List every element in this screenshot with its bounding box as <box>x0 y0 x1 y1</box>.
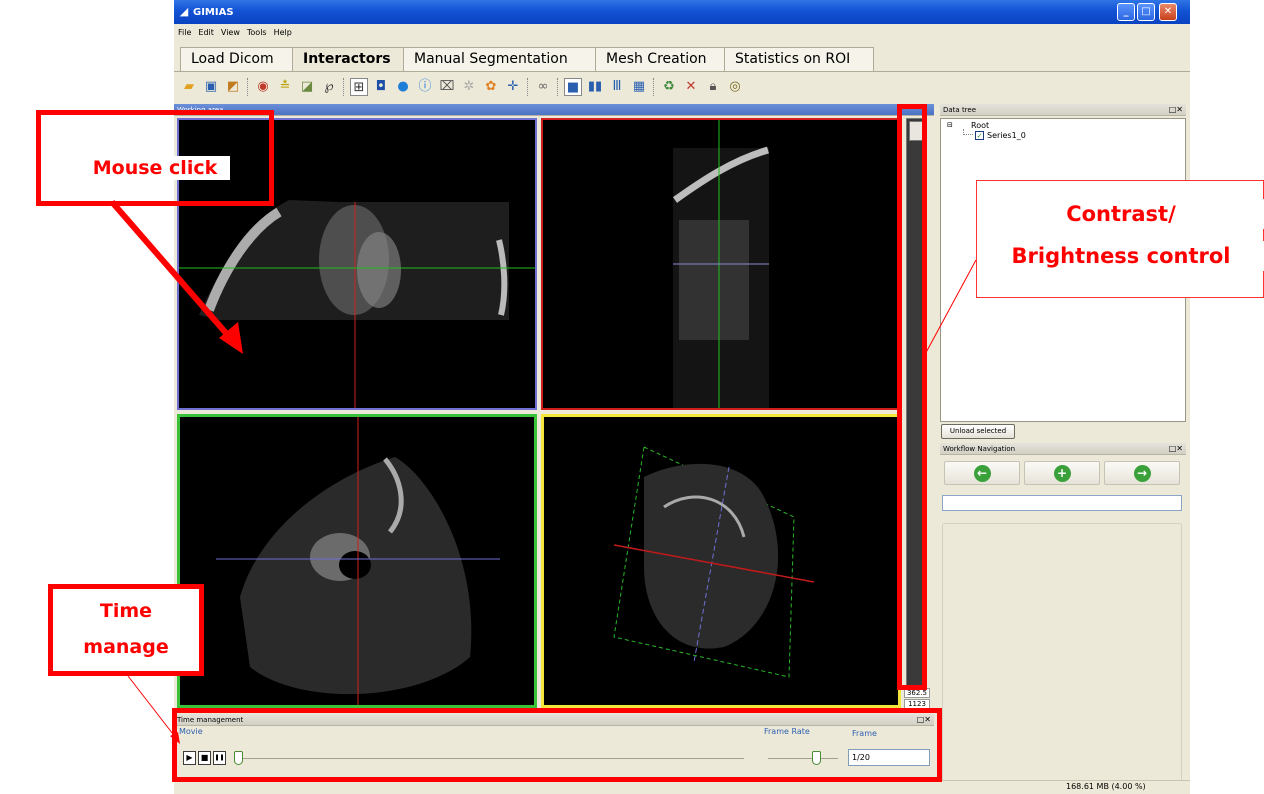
toolbar-separator <box>653 78 655 96</box>
workflow-back-button[interactable]: ← <box>944 461 1020 485</box>
layout-2-icon[interactable]: ▮▮ <box>586 78 604 96</box>
series-checkbox[interactable]: ✓ <box>975 131 984 140</box>
workflow-add-button[interactable]: + <box>1024 461 1100 485</box>
maximize-button[interactable]: □ <box>1137 3 1155 21</box>
workflow-content-pane <box>942 523 1182 785</box>
reset-icon[interactable]: ♻ <box>660 78 678 96</box>
toolbar-separator <box>557 78 559 96</box>
time-label-line2: manage <box>53 633 199 661</box>
arrow-right-icon: → <box>1133 465 1151 482</box>
title-bar[interactable]: ◢ GIMIAS _ □ ✕ <box>174 0 1190 24</box>
window-title: GIMIAS <box>193 6 234 18</box>
arrow-left-icon: ← <box>973 465 991 482</box>
eye-icon[interactable]: ◎ <box>726 78 744 96</box>
workflow-header: Workflow Navigation □✕ <box>940 443 1186 455</box>
tab-manual-segmentation[interactable]: Manual Segmentation <box>403 47 596 71</box>
crosshair-icon[interactable]: ✛ <box>504 78 522 96</box>
close-button[interactable]: ✕ <box>1159 3 1177 21</box>
tree-root-label[interactable]: Root <box>971 121 989 130</box>
workflow-title: Workflow Navigation <box>943 445 1016 453</box>
single-view-icon[interactable]: ◘ <box>372 78 390 96</box>
volume-3d-render <box>544 417 898 705</box>
app-icon: ◢ <box>179 5 189 18</box>
status-bar: 168.61 MB (4.00 %) <box>174 780 1190 794</box>
layout-3-icon[interactable]: Ⅲ <box>608 78 626 96</box>
memory-usage: 168.61 MB (4.00 %) <box>1066 782 1146 791</box>
working-area: Working area 362.5 1123 <box>174 104 934 710</box>
cursor-icon[interactable]: ✕ <box>682 78 700 96</box>
menu-file[interactable]: File <box>178 28 191 37</box>
layout-grid-icon[interactable]: ▦ <box>630 78 648 96</box>
view-3d[interactable] <box>541 414 901 708</box>
workflow-step-field[interactable] <box>942 495 1182 511</box>
plus-icon: + <box>1053 465 1071 482</box>
link-icon[interactable]: ∞ <box>534 78 552 96</box>
toolbar-separator <box>527 78 529 96</box>
sagittal-slice-image <box>543 120 899 408</box>
plugin-tab-bar: Load Dicom Interactors Manual Segmentati… <box>174 46 1190 72</box>
mouse-click-label: Mouse click <box>80 156 230 180</box>
menu-view[interactable]: View <box>221 28 240 37</box>
contrast-label-line2: Brightness control <box>977 241 1264 271</box>
palette-icon[interactable]: ✿ <box>482 78 500 96</box>
menu-tools[interactable]: Tools <box>247 28 267 37</box>
menu-edit[interactable]: Edit <box>198 28 214 37</box>
working-area-header: Working area <box>174 104 934 116</box>
lasso-icon[interactable]: ℘ <box>320 78 338 96</box>
landmark-icon[interactable]: ◪ <box>298 78 316 96</box>
tab-load-dicom[interactable]: Load Dicom <box>180 47 293 71</box>
workflow-forward-button[interactable]: → <box>1104 461 1180 485</box>
gimias-window: ◢ GIMIAS _ □ ✕ File Edit View Tools Help… <box>174 0 1190 794</box>
data-tree-header: Data tree □✕ <box>940 104 1186 116</box>
save-icon[interactable]: ▣ <box>202 78 220 96</box>
tab-statistics-on-roi[interactable]: Statistics on ROI <box>724 47 874 71</box>
tree-connector <box>963 129 973 135</box>
time-label-line1: Time <box>53 597 199 625</box>
contrast-slider-highlight <box>897 104 927 690</box>
contrast-callout: Contrast/ Brightness control <box>976 180 1264 298</box>
tab-interactors[interactable]: Interactors <box>292 47 404 71</box>
toolbar-separator <box>343 78 345 96</box>
gear-icon[interactable]: ✲ <box>460 78 478 96</box>
menu-help[interactable]: Help <box>274 28 292 37</box>
collapse-icon[interactable]: ⊟ <box>947 121 953 129</box>
tree-view-icon[interactable]: ⊞ <box>350 78 368 96</box>
tab-mesh-creation[interactable]: Mesh Creation <box>595 47 725 71</box>
toolbar-separator <box>247 78 249 96</box>
toolbar: ▰ ▣ ◩ ◉ ≛ ◪ ℘ ⊞ ◘ ● ⓘ ⌧ ✲ ✿ ✛ ∞ ■ ▮▮ Ⅲ ▦… <box>174 74 1190 100</box>
panel-float-close-icon[interactable]: □✕ <box>1169 443 1183 455</box>
import-icon[interactable]: ◩ <box>224 78 242 96</box>
target-icon[interactable]: ◉ <box>254 78 272 96</box>
crop-icon[interactable]: ⌧ <box>438 78 456 96</box>
lock-icon[interactable]: 🔒︎ <box>704 78 722 96</box>
open-folder-icon[interactable]: ▰ <box>180 78 198 96</box>
layout-1x1-icon[interactable]: ■ <box>564 78 582 96</box>
view-coronal[interactable] <box>177 414 537 708</box>
workflow-navigation-panel: Workflow Navigation □✕ ← + → <box>940 443 1186 789</box>
unload-selected-button[interactable]: Unload selected <box>941 424 1015 439</box>
panel-float-close-icon[interactable]: □✕ <box>1169 104 1183 116</box>
coronal-slice-image <box>180 417 534 705</box>
ruler-icon[interactable]: ≛ <box>276 78 294 96</box>
menu-bar: File Edit View Tools Help <box>174 24 1190 40</box>
contrast-label-line1: Contrast/ <box>977 199 1264 229</box>
view-sagittal[interactable] <box>541 118 901 410</box>
sphere-icon[interactable]: ● <box>394 78 412 96</box>
time-manage-callout: Time manage <box>48 584 204 676</box>
time-management-highlight <box>172 708 942 782</box>
data-tree-title: Data tree <box>943 106 977 114</box>
screenshot-stage: ◢ GIMIAS _ □ ✕ File Edit View Tools Help… <box>0 0 1264 794</box>
minimize-button[interactable]: _ <box>1117 3 1135 21</box>
tree-series-label[interactable]: Series1_0 <box>987 131 1026 140</box>
info-icon[interactable]: ⓘ <box>416 78 434 96</box>
